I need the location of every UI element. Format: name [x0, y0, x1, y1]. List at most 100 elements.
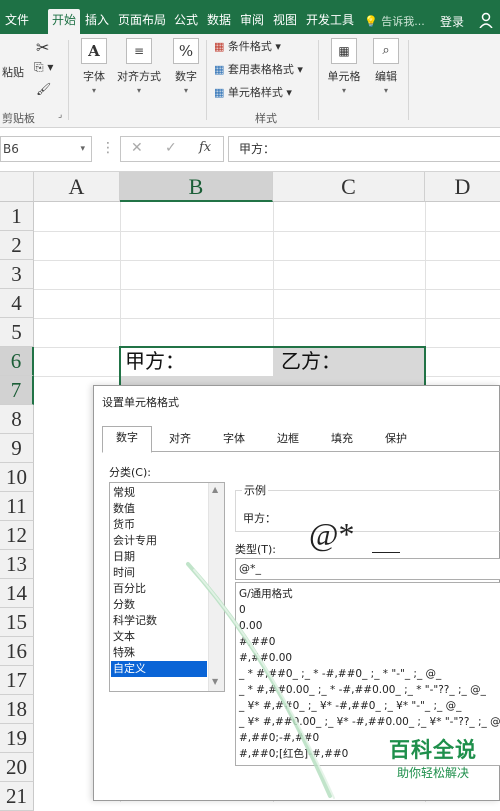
tab-insert[interactable]: 插入 [82, 9, 112, 34]
cut-icon[interactable]: ✂ [36, 38, 49, 57]
font-icon: A [81, 38, 107, 64]
row-header[interactable]: 18 [0, 695, 34, 724]
row-header[interactable]: 10 [0, 463, 34, 492]
select-all-corner[interactable] [0, 172, 34, 202]
table-icon: ▦ [214, 63, 225, 76]
tab-data[interactable]: 数据 [204, 9, 234, 34]
tab-formulas[interactable]: 公式 [171, 9, 201, 34]
column-header-b[interactable]: B [120, 172, 273, 202]
format-code-underline [372, 552, 400, 553]
row-header[interactable]: 12 [0, 521, 34, 550]
more-dots-icon: ⋮ [101, 140, 115, 156]
tab-home[interactable]: 开始 [48, 9, 80, 34]
tab-font[interactable]: 字体 [208, 428, 260, 452]
copy-icon[interactable]: ⎘ ▾ [34, 60, 53, 75]
gridline [34, 318, 500, 319]
cancel-icon[interactable]: ✕ [131, 140, 143, 156]
category-item[interactable]: 数值 [111, 501, 207, 517]
tell-me-search[interactable]: 💡 告诉我... [364, 13, 425, 29]
font-label: 字体 [83, 70, 105, 83]
number-label: 数字 [175, 70, 197, 83]
paste-button[interactable]: 粘贴 [0, 64, 26, 80]
tab-number[interactable]: 数字 [102, 426, 152, 453]
row-header[interactable]: 13 [0, 550, 34, 579]
category-item[interactable]: 会计专用 [111, 533, 207, 549]
row-header[interactable]: 7 [0, 376, 34, 405]
tell-me-text: 告诉我... [381, 15, 425, 28]
tab-review[interactable]: 审阅 [237, 9, 267, 34]
number-format-button[interactable]: % 数字 ▾ [170, 38, 202, 95]
formula-buttons: ✕ ✓ fx [120, 136, 224, 162]
chevron-down-icon: ▾ [136, 86, 141, 95]
user-icon[interactable] [478, 12, 494, 28]
chevron-down-icon[interactable]: ▾ [80, 137, 85, 161]
dialog-launcher-icon[interactable]: ⌟ [58, 110, 62, 120]
row-header[interactable]: 15 [0, 608, 34, 637]
row-header[interactable]: 5 [0, 318, 34, 347]
tab-developer[interactable]: 开发工具 [303, 9, 357, 34]
gridline [34, 289, 500, 290]
column-header-d[interactable]: D [425, 172, 500, 202]
type-label: 类型(T): [235, 543, 277, 556]
formula-bar: B6 ▾ ⋮ ✕ ✓ fx 甲方： [0, 128, 500, 172]
row-header[interactable]: 14 [0, 579, 34, 608]
checkmark-icon[interactable]: ✓ [165, 140, 177, 156]
row-header[interactable]: 6 [0, 347, 34, 376]
sample-value: 甲方： [243, 512, 276, 525]
tab-alignment[interactable]: 对齐 [154, 428, 206, 452]
ribbon-home: 粘贴 ✂ ⎘ ▾ 🖌 剪贴板 ⌟ A 字体 ▾ ≡ 对齐方式 ▾ % 数字 ▾ … [0, 34, 500, 128]
format-code-annotation: @* [309, 516, 355, 552]
column-header-a[interactable]: A [34, 172, 120, 202]
function-icon[interactable]: fx [199, 140, 211, 155]
watermark-logo: 百科全说 助你轻松解决 [372, 736, 494, 796]
format-as-table-button[interactable]: ▦ 套用表格格式 ▾ [214, 61, 303, 77]
name-box[interactable]: B6 ▾ [0, 136, 92, 162]
formula-input[interactable]: 甲方： [228, 136, 500, 162]
chevron-down-icon: ▾ [341, 86, 346, 95]
row-header[interactable]: 2 [0, 231, 34, 260]
tab-fill[interactable]: 填充 [316, 428, 368, 452]
editing-label: 编辑 [375, 70, 397, 83]
row-header[interactable]: 3 [0, 260, 34, 289]
conditional-formatting-button[interactable]: ▦ 条件格式 ▾ [214, 38, 281, 54]
cell-b6[interactable]: 甲方： [120, 348, 185, 374]
ribbon-separator [318, 40, 319, 120]
tab-protection[interactable]: 保护 [370, 428, 422, 452]
row-header[interactable]: 17 [0, 666, 34, 695]
watermark-subtitle: 助你轻松解决 [396, 766, 469, 780]
row-header[interactable]: 20 [0, 753, 34, 782]
row-header[interactable]: 16 [0, 637, 34, 666]
row-header[interactable]: 9 [0, 434, 34, 463]
row-header[interactable]: 8 [0, 405, 34, 434]
cell-c6[interactable]: 乙方： [276, 348, 341, 374]
cell-styles-button[interactable]: ▦ 单元格样式 ▾ [214, 84, 292, 100]
font-button[interactable]: A 字体 ▾ [76, 38, 112, 95]
dialog-tab-strip: 数字 对齐 字体 边框 填充 保护 [102, 426, 500, 453]
row-header[interactable]: 21 [0, 782, 34, 811]
tab-file[interactable]: 文件 [0, 9, 34, 34]
alignment-button[interactable]: ≡ 对齐方式 ▾ [114, 38, 164, 95]
align-icon: ≡ [126, 38, 152, 64]
chevron-down-icon: ▾ [383, 86, 388, 95]
category-item[interactable]: 常规 [111, 485, 207, 501]
scroll-up-icon[interactable]: ▲ [212, 485, 218, 494]
cells-button[interactable]: ▦ 单元格 ▾ [322, 38, 366, 95]
login-button[interactable]: 登录 [440, 13, 464, 30]
tab-page-layout[interactable]: 页面布局 [115, 9, 169, 34]
tab-border[interactable]: 边框 [262, 428, 314, 452]
category-item[interactable]: 货币 [111, 517, 207, 533]
row-header[interactable]: 1 [0, 202, 34, 231]
row-header[interactable]: 19 [0, 724, 34, 753]
tab-view[interactable]: 视图 [270, 9, 300, 34]
ribbon-tab-bar: 文件 开始 插入 页面布局 公式 数据 审阅 视图 开发工具 💡 告诉我... … [0, 0, 500, 34]
column-header-c[interactable]: C [273, 172, 425, 202]
cells-label: 单元格 [327, 70, 361, 83]
gridline [34, 260, 500, 261]
ribbon-separator [68, 40, 69, 120]
editing-button[interactable]: ⌕ 编辑 ▾ [370, 38, 402, 95]
row-header[interactable]: 11 [0, 492, 34, 521]
format-as-table-label: 套用表格格式 [227, 63, 294, 76]
format-painter-icon[interactable]: 🖌 [36, 82, 51, 96]
row-header[interactable]: 4 [0, 289, 34, 318]
percent-icon: % [173, 38, 199, 64]
